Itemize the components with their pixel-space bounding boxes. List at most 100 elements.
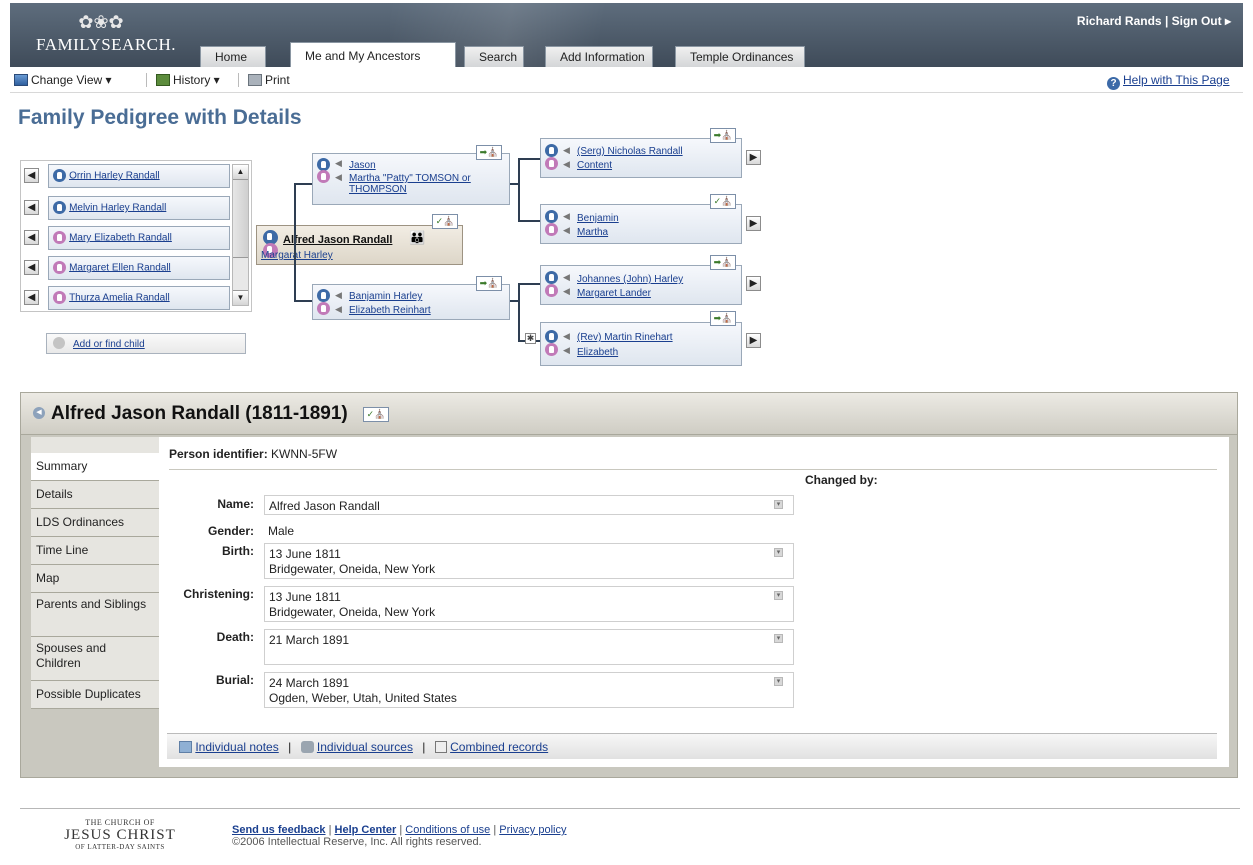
- parents-father-box[interactable]: ◀ Jason ◀ Martha "Patty" TOMSON or THOMP…: [312, 153, 510, 205]
- name-field[interactable]: Alfred Jason Randall ▾: [264, 495, 794, 515]
- speaker-icon[interactable]: ◀: [335, 290, 342, 301]
- tab-spouses-and-children[interactable]: Spouses and Children: [31, 637, 159, 681]
- grandfather-name[interactable]: (Rev) Martin Rinehart: [577, 332, 673, 343]
- individual-sources-link[interactable]: Individual sources: [317, 740, 413, 754]
- child-box[interactable]: Mary Elizabeth Randall: [48, 226, 230, 250]
- father-name[interactable]: Jason: [349, 160, 376, 171]
- grandfather-name[interactable]: Benjamin: [577, 213, 619, 224]
- child-box[interactable]: Thurza Amelia Randall: [48, 286, 230, 310]
- child-name[interactable]: Margaret Ellen Randall: [69, 262, 171, 273]
- grandmother-name[interactable]: Content: [577, 160, 612, 171]
- tab-map[interactable]: Map: [31, 565, 159, 593]
- focus-person-name[interactable]: Alfred Jason Randall: [283, 234, 392, 246]
- tab-search[interactable]: Search: [464, 46, 524, 67]
- temple-ordinance-icon[interactable]: ➡⛪: [476, 276, 502, 291]
- print-button[interactable]: Print: [248, 73, 290, 87]
- child-name[interactable]: Thurza Amelia Randall: [69, 292, 170, 303]
- arrow-left-icon[interactable]: ◀: [24, 230, 39, 245]
- grandfather-name[interactable]: (Serg) Nicholas Randall: [577, 146, 683, 157]
- individual-notes-link[interactable]: Individual notes: [195, 740, 278, 754]
- child-box[interactable]: Melvin Harley Randall: [48, 196, 230, 220]
- tab-lds-ordinances[interactable]: LDS Ordinances: [31, 509, 159, 537]
- focus-spouse-name[interactable]: Margarat Harley: [261, 250, 333, 261]
- arrow-left-icon[interactable]: ◀: [24, 168, 39, 183]
- speaker-icon[interactable]: ◀: [563, 272, 570, 283]
- speaker-icon[interactable]: ◀: [563, 331, 570, 342]
- temple-ordinance-icon[interactable]: ➡⛪: [476, 145, 502, 160]
- tab-possible-duplicates[interactable]: Possible Duplicates: [31, 681, 159, 709]
- speaker-icon[interactable]: ◀: [563, 159, 570, 170]
- arrow-right-icon[interactable]: ▶: [746, 216, 761, 231]
- change-view-menu[interactable]: Change View ▾: [14, 73, 112, 87]
- temple-ordinance-icon[interactable]: ➡⛪: [710, 128, 736, 143]
- add-child-button[interactable]: Add or find child: [46, 333, 246, 354]
- familysearch-logo[interactable]: ✿❀✿ FAMILYSEARCH.: [36, 13, 176, 61]
- tab-me-and-my-ancestors[interactable]: Me and My Ancestors: [290, 42, 456, 67]
- history-menu[interactable]: History ▾: [156, 73, 220, 87]
- speaker-icon[interactable]: ◀: [563, 345, 570, 356]
- arrow-left-icon[interactable]: ◀: [24, 260, 39, 275]
- conditions-link[interactable]: Conditions of use: [405, 824, 490, 836]
- child-name[interactable]: Orrin Harley Randall: [69, 170, 160, 181]
- temple-ordinance-icon[interactable]: ✓⛪: [363, 407, 389, 422]
- dropdown-icon[interactable]: ▾: [774, 677, 783, 686]
- tab-summary[interactable]: Summary: [31, 453, 159, 481]
- help-center-link[interactable]: Help Center: [335, 824, 397, 836]
- collapse-icon[interactable]: ✱: [525, 333, 536, 344]
- mother-name[interactable]: Martha "Patty" TOMSON or THOMPSON: [349, 173, 499, 195]
- feedback-link[interactable]: Send us feedback: [232, 824, 326, 836]
- tab-details[interactable]: Details: [31, 481, 159, 509]
- focus-person-box[interactable]: Alfred Jason Randall 👪 Margarat Harley: [256, 225, 463, 265]
- dropdown-icon[interactable]: ▾: [774, 591, 783, 600]
- tab-time-line[interactable]: Time Line: [31, 537, 159, 565]
- child-box[interactable]: Margaret Ellen Randall: [48, 256, 230, 280]
- grandmother-name[interactable]: Martha: [577, 227, 608, 238]
- tab-home[interactable]: Home: [200, 46, 266, 67]
- arrow-right-icon[interactable]: ▶: [746, 333, 761, 348]
- christening-field[interactable]: 13 June 1811 Bridgewater, Oneida, New Yo…: [264, 586, 794, 622]
- family-icon[interactable]: 👪: [409, 230, 425, 246]
- tab-temple-ordinances[interactable]: Temple Ordinances: [675, 46, 805, 67]
- grandparents-box[interactable]: ◀ Benjamin ◀ Martha: [540, 204, 742, 244]
- mother-name[interactable]: Elizabeth Reinhart: [349, 305, 431, 316]
- burial-field[interactable]: 24 March 1891 Ogden, Weber, Utah, United…: [264, 672, 794, 708]
- church-logo[interactable]: THE CHURCH OF JESUS CHRIST OF LATTER-DAY…: [60, 818, 180, 851]
- temple-ordinance-icon[interactable]: ✓⛪: [432, 214, 458, 229]
- temple-ordinance-icon[interactable]: ➡⛪: [710, 311, 736, 326]
- death-field[interactable]: 21 March 1891 ▾: [264, 629, 794, 665]
- speaker-icon[interactable]: ◀: [335, 172, 342, 183]
- grandparents-box[interactable]: ◀ Johannes (John) Harley ◀ Margaret Land…: [540, 265, 742, 305]
- speaker-icon[interactable]: ◀: [563, 145, 570, 156]
- tab-parents-and-siblings[interactable]: Parents and Siblings: [31, 593, 159, 637]
- grandparents-box[interactable]: ◀ (Rev) Martin Rinehart ◀ Elizabeth: [540, 322, 742, 366]
- speaker-icon[interactable]: ◀: [563, 211, 570, 222]
- speaker-icon[interactable]: ◀: [563, 286, 570, 297]
- combined-records-link[interactable]: Combined records: [450, 740, 548, 754]
- birth-field[interactable]: 13 June 1811 Bridgewater, Oneida, New Yo…: [264, 543, 794, 579]
- arrow-left-icon[interactable]: ◀: [24, 200, 39, 215]
- speaker-icon[interactable]: ◀: [335, 158, 342, 169]
- grandmother-name[interactable]: Margaret Lander: [577, 288, 651, 299]
- dropdown-icon[interactable]: ▾: [774, 500, 783, 509]
- child-box[interactable]: Orrin Harley Randall: [48, 164, 230, 188]
- speaker-icon[interactable]: ◀: [335, 304, 342, 315]
- father-name[interactable]: Banjamin Harley: [349, 291, 422, 302]
- privacy-link[interactable]: Privacy policy: [499, 824, 566, 836]
- child-name[interactable]: Melvin Harley Randall: [69, 202, 166, 213]
- arrow-right-icon[interactable]: ▶: [746, 150, 761, 165]
- speaker-icon[interactable]: ◀: [33, 407, 45, 419]
- dropdown-icon[interactable]: ▾: [774, 548, 783, 557]
- temple-ordinance-icon[interactable]: ➡⛪: [710, 255, 736, 270]
- child-name[interactable]: Mary Elizabeth Randall: [69, 232, 172, 243]
- grandfather-name[interactable]: Johannes (John) Harley: [577, 274, 683, 285]
- sign-out-link[interactable]: Sign Out ▸: [1172, 14, 1231, 28]
- grandmother-name[interactable]: Elizabeth: [577, 347, 618, 358]
- grandparents-box[interactable]: ◀ (Serg) Nicholas Randall ◀ Content: [540, 138, 742, 178]
- help-link[interactable]: ? Help with This Page: [1107, 73, 1230, 90]
- arrow-left-icon[interactable]: ◀: [24, 290, 39, 305]
- dropdown-icon[interactable]: ▾: [774, 634, 783, 643]
- speaker-icon[interactable]: ◀: [563, 225, 570, 236]
- temple-ordinance-icon[interactable]: ✓⛪: [710, 194, 736, 209]
- arrow-right-icon[interactable]: ▶: [746, 276, 761, 291]
- tab-add-information[interactable]: Add Information: [545, 46, 653, 67]
